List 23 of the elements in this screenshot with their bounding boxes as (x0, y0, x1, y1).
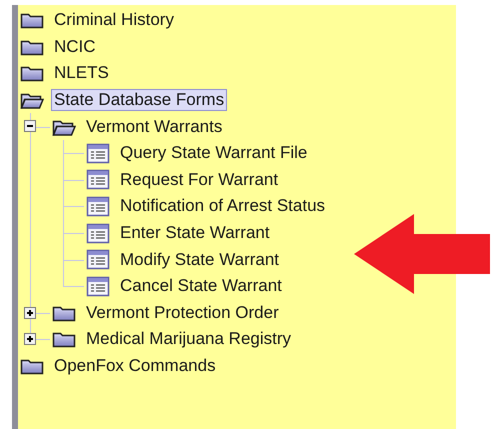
tree-item[interactable]: NLETS (51, 62, 112, 84)
expand-icon[interactable] (24, 333, 36, 346)
tree-item[interactable]: Vermont Protection Order (83, 302, 282, 324)
tree-item[interactable]: Medical Marijuana Registry (83, 328, 294, 350)
tree-item[interactable]: Enter State Warrant (117, 222, 273, 244)
tree-item[interactable]: Cancel State Warrant (117, 275, 285, 298)
form-icon (86, 222, 110, 244)
form-icon (86, 276, 110, 297)
collapse-icon[interactable] (24, 120, 36, 132)
tree-item[interactable]: Criminal History (51, 9, 177, 32)
tree-item[interactable]: Vermont Warrants (83, 116, 226, 138)
expand-icon[interactable] (24, 306, 36, 319)
tree-item[interactable]: Modify State Warrant (117, 248, 282, 271)
form-icon (86, 249, 110, 270)
tree-item[interactable]: OpenFox Commands (51, 355, 219, 378)
tree-item[interactable]: NCIC (51, 36, 99, 58)
tree-item[interactable]: Query State Warrant File (117, 142, 310, 164)
form-icon (86, 169, 110, 190)
form-icon (86, 196, 110, 217)
form-icon (86, 142, 110, 164)
tree-item[interactable]: State Database Forms (51, 89, 228, 112)
tree-item[interactable]: Request For Warrant (117, 168, 282, 191)
tree-item[interactable]: Notification of Arrest Status (117, 195, 328, 218)
